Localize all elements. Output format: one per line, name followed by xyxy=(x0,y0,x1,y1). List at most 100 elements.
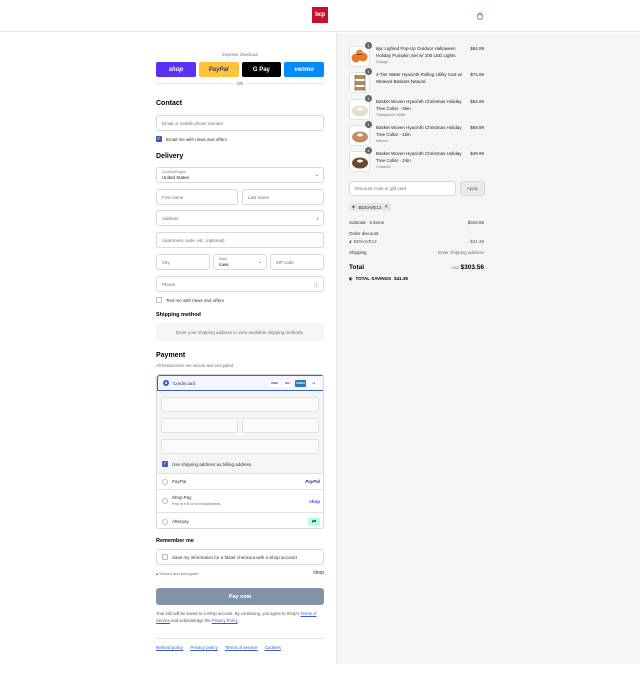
phone-field[interactable]: Phone ⓘ xyxy=(156,276,324,292)
first-name-field[interactable]: First name xyxy=(156,189,238,205)
privacy-policy-link[interactable]: Privacy Policy xyxy=(212,618,238,623)
quantity-badge: 1 xyxy=(365,121,372,128)
paypal-option[interactable]: PayPal PayPal xyxy=(157,473,323,489)
product-thumbnail xyxy=(349,46,370,67)
delivery-heading: Delivery xyxy=(156,153,184,160)
contact-heading: Contact xyxy=(156,100,183,107)
zip-field[interactable]: ZIP code xyxy=(270,254,324,270)
product-thumbnail xyxy=(349,99,370,120)
amex-icon: AMEX xyxy=(295,379,306,387)
shop-pay-label: shop xyxy=(168,66,184,73)
expiration-date-field[interactable] xyxy=(161,418,238,433)
paypal-button[interactable]: PayPal xyxy=(198,62,239,77)
quantity-badge: 1 xyxy=(365,68,372,75)
shipping-info-text: Enter your shipping address to view avai… xyxy=(175,329,305,335)
item-price: $84.99 xyxy=(470,46,484,51)
remember-me-box[interactable]: Save my information for a faster checkou… xyxy=(156,549,324,565)
footer-divider xyxy=(156,638,324,639)
tree-collar-image xyxy=(351,131,368,142)
legal-text-1: Your info will be saved to a Shop accoun… xyxy=(156,611,300,616)
email-placeholder: Email or mobile phone number xyxy=(162,120,224,126)
google-pay-button[interactable]: G Pay xyxy=(241,62,282,77)
country-value: United States xyxy=(162,175,190,180)
shop-pay-option[interactable]: Shop Pay Pay in full or in installments … xyxy=(157,489,323,512)
remember-me-heading: Remember me xyxy=(156,538,194,544)
apartment-field[interactable]: Apartment, suite, etc. (optional) xyxy=(156,232,324,248)
country-select[interactable]: Country/Region United States ⌄ xyxy=(156,167,324,183)
refund-policy-link[interactable]: Refund policy xyxy=(156,645,183,650)
or-label: OR xyxy=(236,81,244,86)
item-variant: Orange xyxy=(376,60,388,64)
card-number-field[interactable] xyxy=(161,397,319,412)
order-discount-label: Order discount xyxy=(349,231,379,236)
item-price: $64.99 xyxy=(470,99,484,104)
tag-icon: ⬖ xyxy=(349,276,353,281)
shop-pay-button[interactable]: shop xyxy=(156,62,196,77)
mastercard-icon: MC xyxy=(282,379,293,387)
secure-label: 🔒︎ Secure and encrypted xyxy=(156,571,198,576)
shipping-row: Shipping Enter shipping address xyxy=(349,250,484,255)
text-offers-label: Text me with news and offers xyxy=(166,297,224,303)
radio-unselected-icon xyxy=(162,518,168,525)
item-variant: Chestnut xyxy=(376,165,391,169)
radio-selected-icon xyxy=(163,380,169,386)
email-newsletter-checkbox[interactable]: ✓ Email me with news and offers xyxy=(156,136,227,142)
total-value: $303.56 xyxy=(460,264,485,271)
remove-discount-icon[interactable]: ✕ xyxy=(384,204,388,210)
item-variant: Transparent White xyxy=(376,113,406,117)
phone-placeholder: Phone xyxy=(162,281,176,287)
cookies-link[interactable]: Cookies xyxy=(265,645,281,650)
total-savings-row: ⬖ TOTAL SAVINGS $41.39 xyxy=(349,276,484,282)
item-price: $74.99 xyxy=(470,72,484,77)
rolling-cart-image xyxy=(354,74,365,91)
item-name: 6pc Lighted Pop-Up Outdoor Halloween Hol… xyxy=(376,46,456,58)
city-field[interactable]: City xyxy=(156,254,210,270)
express-checkout-label: Express checkout xyxy=(222,52,258,57)
afterpay-logo-icon: ⇄ xyxy=(308,517,320,526)
billing-address-checkbox[interactable]: ✓ Use shipping address as billing addres… xyxy=(162,461,251,467)
footer-links: Refund policy Privacy policy Terms of se… xyxy=(156,645,281,650)
name-on-card-field[interactable] xyxy=(161,439,319,454)
shopping-bag-icon[interactable] xyxy=(476,12,484,20)
discount-code-field[interactable]: Discount code or gift card xyxy=(349,181,456,196)
pay-now-button[interactable]: Pay now xyxy=(156,588,324,605)
address-field[interactable]: Address ⌕ xyxy=(156,210,324,226)
item-variant: Natural xyxy=(376,139,388,143)
pumpkin-image xyxy=(351,49,368,63)
total-savings-label: TOTAL SAVINGS xyxy=(355,276,392,281)
secure-row: 🔒︎ Secure and encrypted shop xyxy=(156,570,324,576)
store-logo[interactable]: bcp xyxy=(312,7,328,23)
item-name: 3-Tier Water Hyacinth Rolling Utility Ca… xyxy=(376,72,463,84)
header: bcp xyxy=(0,0,640,32)
payment-heading: Payment xyxy=(156,352,186,359)
email-field[interactable]: Email or mobile phone number xyxy=(156,115,324,131)
item-price: $49.99 xyxy=(470,151,484,156)
venmo-button[interactable]: venmo xyxy=(284,62,324,77)
quantity-badge: 1 xyxy=(365,95,372,102)
terms-of-service-footer-link[interactable]: Terms of service xyxy=(225,645,258,650)
paypal-label: PayPal xyxy=(208,66,229,73)
shop-logo: shop xyxy=(313,570,324,576)
last-name-field[interactable]: Last name xyxy=(242,189,324,205)
chevron-down-icon: ⌄ xyxy=(314,172,319,178)
payment-methods: Credit card VISA MC AMEX +4 ✓ Use shippi… xyxy=(156,374,324,529)
afterpay-option[interactable]: Afterpay ⇄ xyxy=(157,512,323,528)
apartment-placeholder: Apartment, suite, etc. (optional) xyxy=(162,237,225,243)
subtotal-row: Subtotal · 5 items $344.95 xyxy=(349,220,484,225)
text-offers-checkbox[interactable]: Text me with news and offers xyxy=(156,297,224,303)
product-thumbnail xyxy=(349,72,370,93)
privacy-policy-footer-link[interactable]: Privacy policy xyxy=(190,645,218,650)
discount-value: - $41.39 xyxy=(467,239,484,244)
discount-code-placeholder: Discount code or gift card xyxy=(355,186,407,191)
apply-button[interactable]: Apply xyxy=(460,181,485,196)
credit-card-option[interactable]: Credit card VISA MC AMEX +4 xyxy=(157,375,323,391)
subtotal-label: Subtotal · 5 items xyxy=(349,220,385,225)
help-circle-icon[interactable]: ⓘ xyxy=(314,282,319,289)
security-code-field[interactable] xyxy=(242,418,319,433)
radio-unselected-icon xyxy=(162,498,168,504)
shipping-method-heading: Shipping method xyxy=(156,312,201,318)
radio-unselected-icon xyxy=(162,478,168,485)
shipping-info-box: Enter your shipping address to view avai… xyxy=(156,323,324,341)
state-select[interactable]: State Iowa ⌄ xyxy=(213,254,267,270)
save-info-label: Save my information for a faster checkou… xyxy=(172,554,297,560)
